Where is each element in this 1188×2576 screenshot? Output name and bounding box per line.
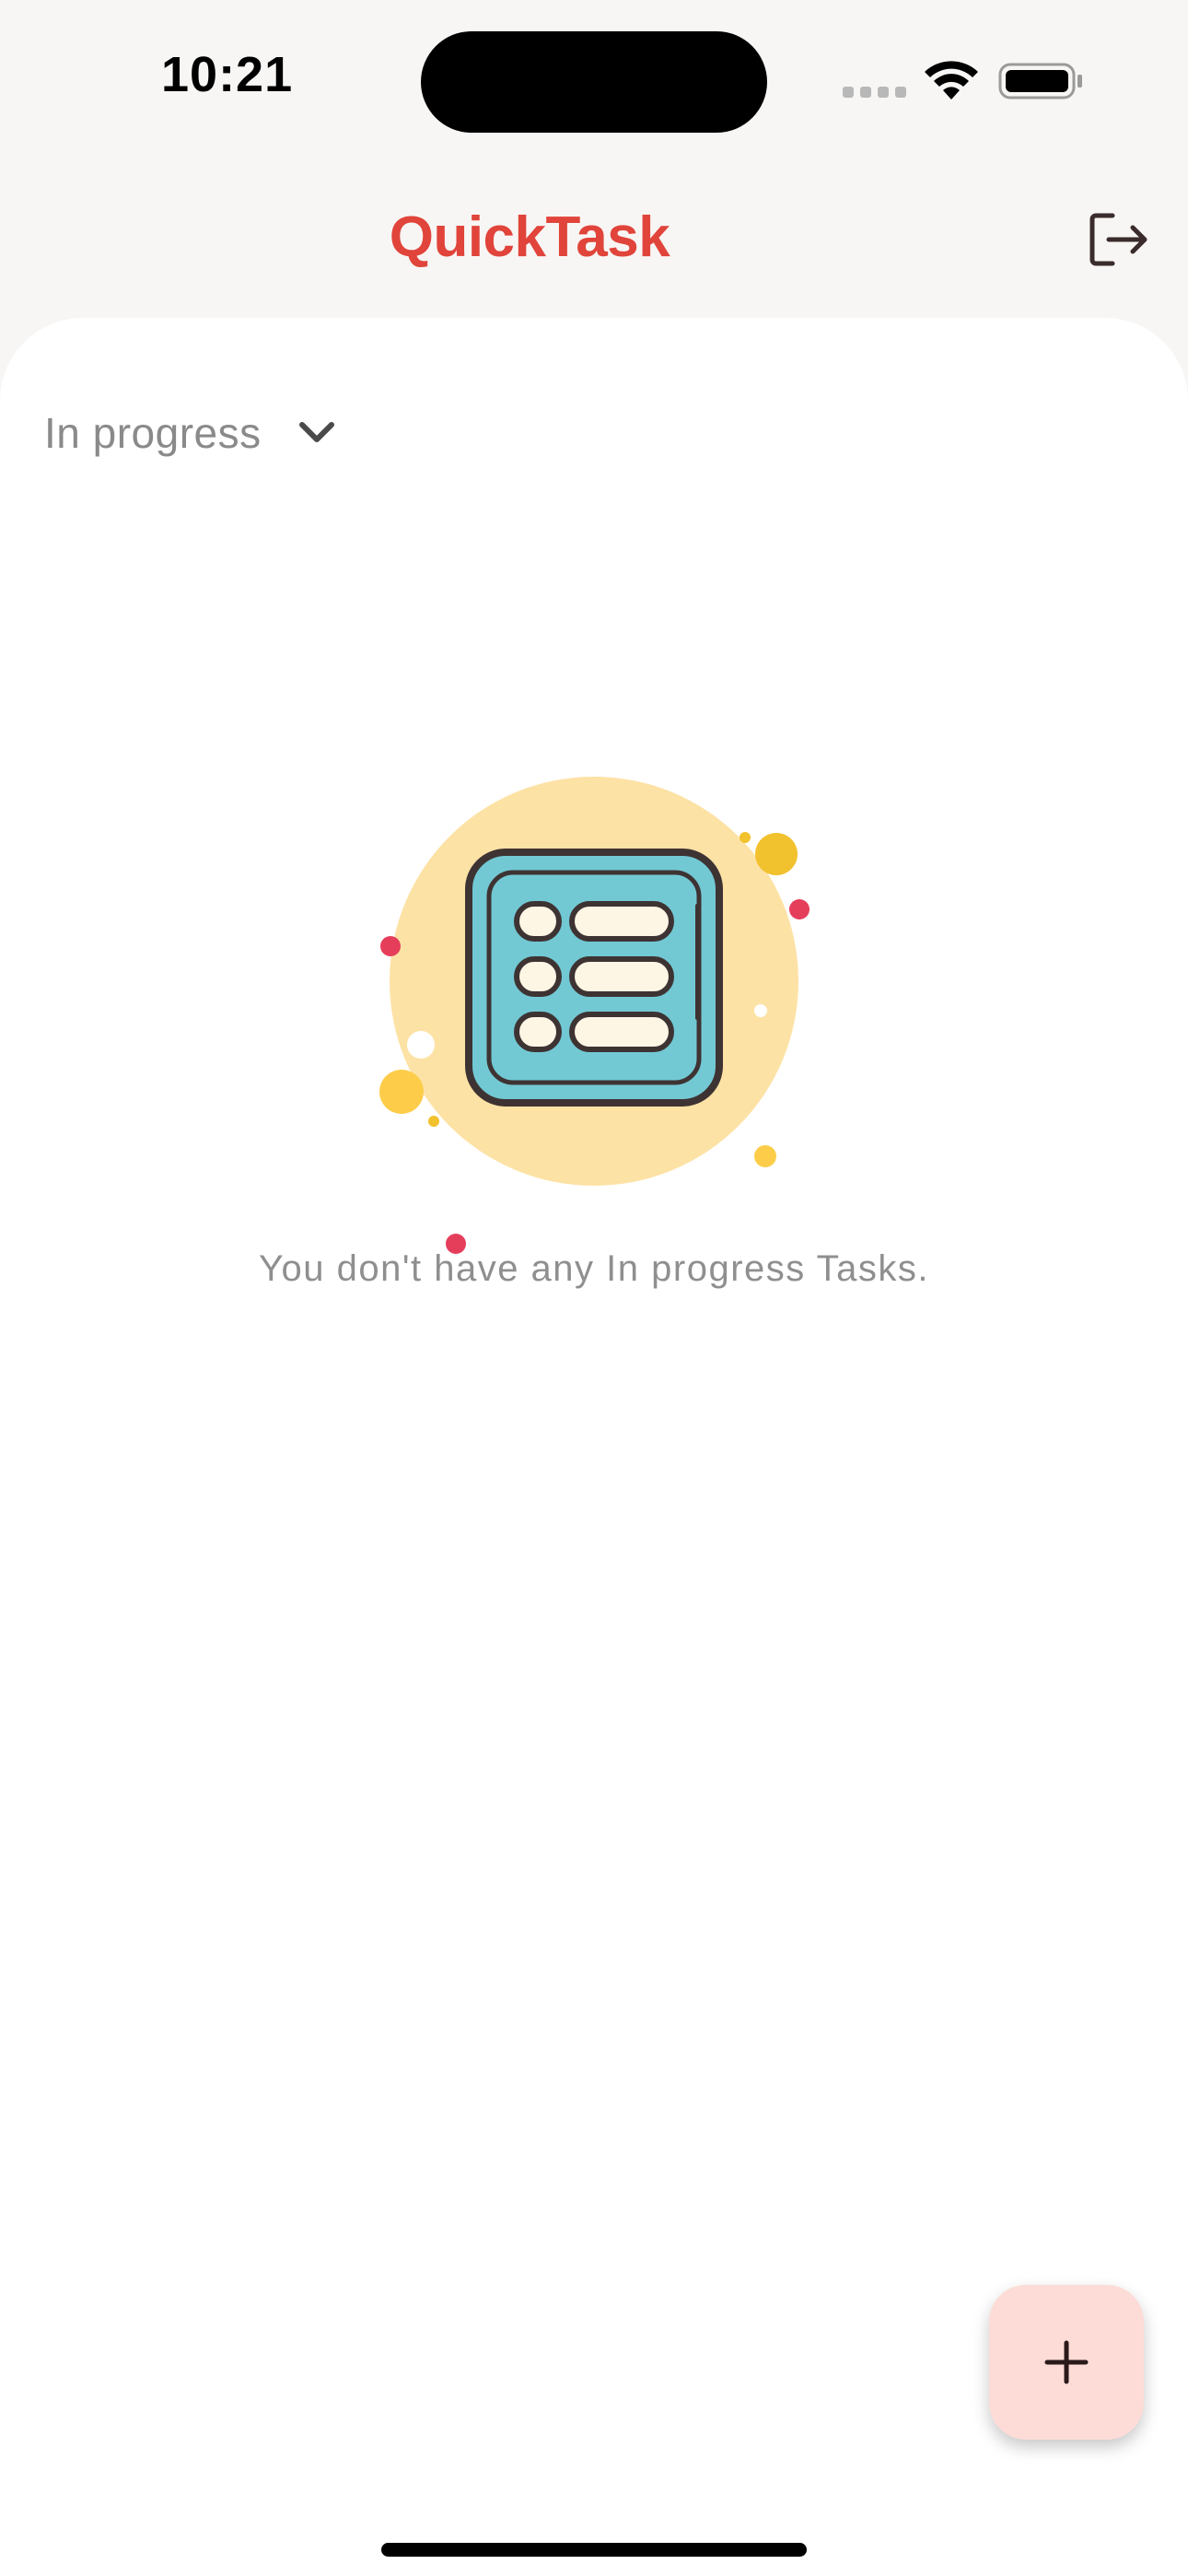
chevron-down-icon <box>297 413 337 453</box>
logout-button[interactable] <box>1087 207 1151 272</box>
task-list-illustration <box>379 777 809 1254</box>
plus-icon <box>1044 2340 1089 2384</box>
battery-icon <box>998 63 1082 100</box>
main-sheet: In progress You don't have any In progre… <box>0 318 1188 2576</box>
home-indicator <box>381 2543 807 2557</box>
add-task-button[interactable] <box>989 2285 1144 2440</box>
dynamic-island <box>421 31 767 133</box>
status-filter-label: In progress <box>44 409 262 457</box>
status-filter-dropdown[interactable]: In progress <box>44 401 337 465</box>
logout-icon <box>1089 213 1147 266</box>
app-bar: QuickTask <box>0 157 1188 322</box>
empty-state-message: You don't have any In progress Tasks. <box>258 1248 930 1289</box>
status-bar: 10:21 <box>0 0 1188 157</box>
status-time: 10:21 <box>161 47 294 102</box>
app-title: QuickTask <box>389 205 670 269</box>
cellular-signal-icon <box>843 87 907 98</box>
wifi-icon <box>925 61 978 100</box>
